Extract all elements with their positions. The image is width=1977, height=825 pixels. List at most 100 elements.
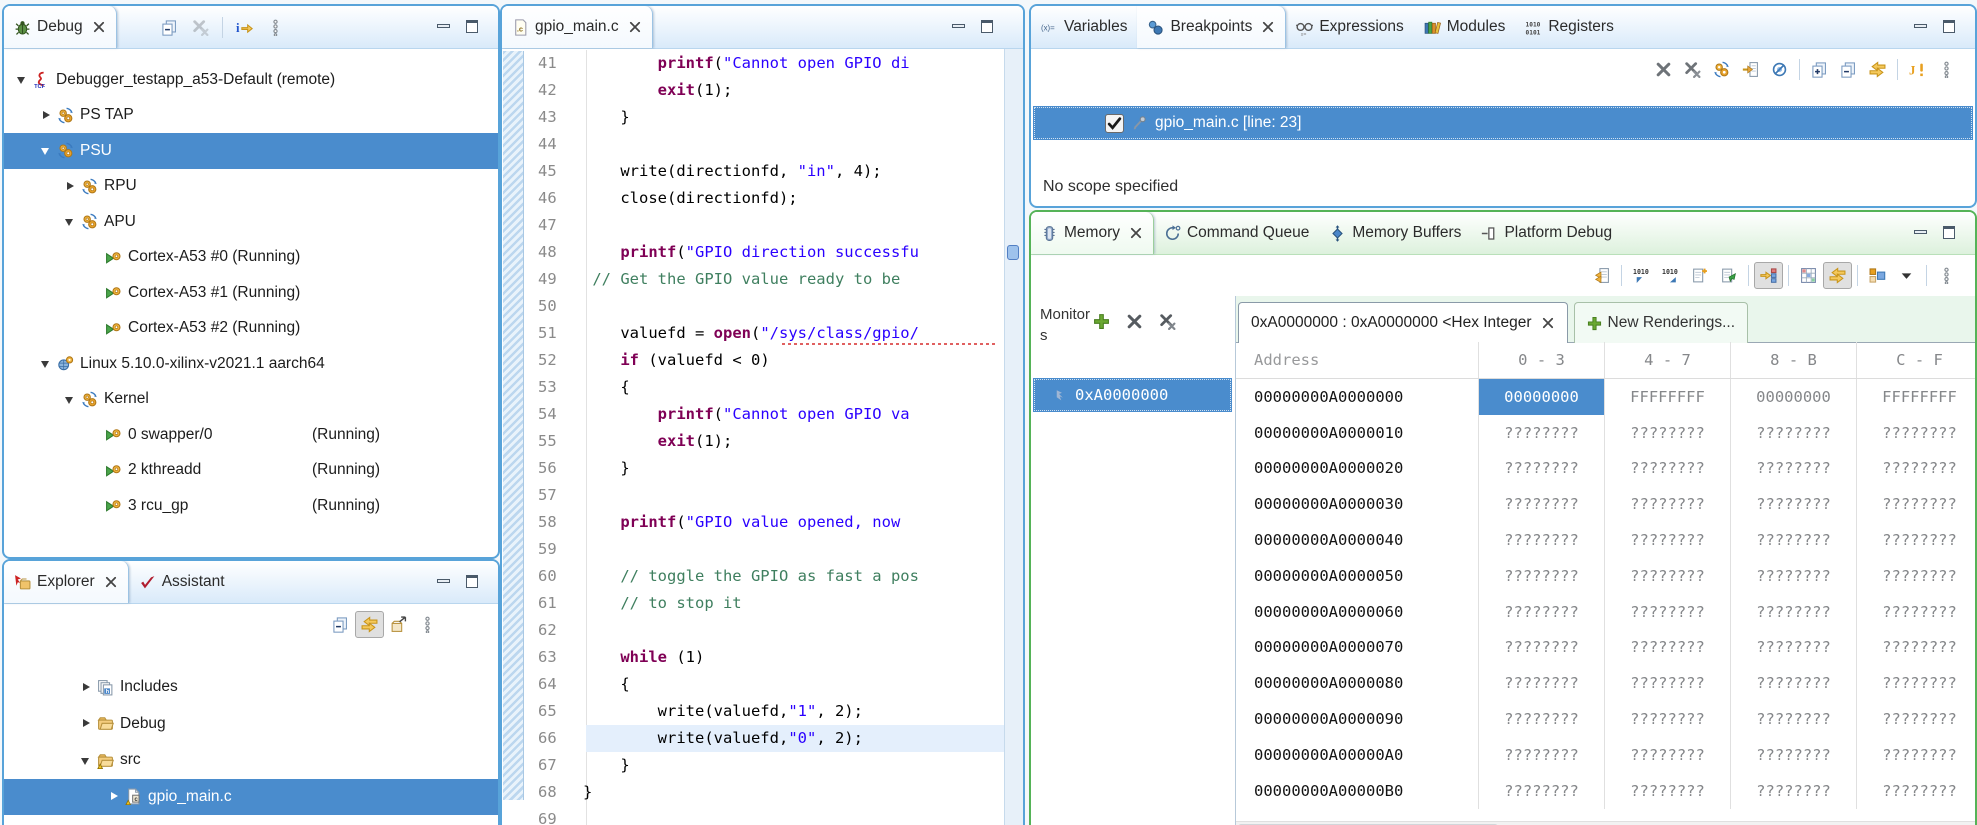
code-line[interactable]: 41 printf("Cannot open GPIO di [524, 50, 1004, 77]
memory-cell[interactable]: ???????? [1731, 450, 1857, 487]
memory-cell[interactable]: ???????? [1857, 451, 1975, 487]
link-with-editor-button[interactable] [355, 610, 384, 638]
view-menu-button[interactable] [1932, 56, 1961, 83]
collapse-all-button[interactable] [155, 14, 184, 41]
chevron-collapsed-icon[interactable] [108, 790, 121, 803]
memory-row[interactable]: 00000000A0000020????????????????????????… [1236, 450, 1975, 487]
tab-modules[interactable]: Modules [1414, 6, 1516, 48]
memory-row[interactable]: 00000000A00000A0????????????????????????… [1236, 736, 1975, 773]
maximize-icon[interactable] [1940, 225, 1959, 241]
layout-split-button[interactable] [1863, 262, 1892, 289]
memory-cell[interactable]: ???????? [1479, 665, 1605, 702]
memory-row[interactable]: 00000000A0000010????????????????????????… [1236, 414, 1975, 451]
memory-cell[interactable]: ???????? [1731, 736, 1857, 773]
memory-cell[interactable]: ???????? [1479, 629, 1605, 666]
memory-cell[interactable]: ???????? [1857, 701, 1975, 737]
tab-breakpoints[interactable]: Breakpoints [1137, 6, 1287, 48]
memory-row[interactable]: 00000000A0000070????????????????????????… [1236, 629, 1975, 666]
code-line[interactable]: 63 while (1) [524, 644, 1004, 671]
memory-cell[interactable]: ???????? [1857, 522, 1975, 558]
tree-item-readme-txt[interactable]: README.txt [4, 815, 498, 825]
memory-cell[interactable]: ???????? [1605, 665, 1731, 702]
memory-cell[interactable]: ???????? [1479, 557, 1605, 594]
close-icon[interactable] [104, 575, 118, 589]
chevron-collapsed-icon[interactable] [80, 717, 93, 730]
memory-cell[interactable]: ???????? [1731, 629, 1857, 666]
memory-cell[interactable]: ???????? [1605, 736, 1731, 773]
memory-cell[interactable]: ???????? [1857, 773, 1975, 809]
memory-cell[interactable]: ???????? [1605, 450, 1731, 487]
remove-all-button[interactable] [186, 14, 215, 41]
close-icon[interactable] [92, 20, 106, 34]
maximize-icon[interactable] [463, 574, 482, 590]
tab-memory[interactable]: Memory [1031, 212, 1154, 254]
tab-platform-debug[interactable]: Platform Debug [1471, 212, 1622, 254]
memory-row[interactable]: 00000000A0000090????????????????????????… [1236, 701, 1975, 737]
tab-expressions[interactable]: x= Expressions [1286, 6, 1413, 48]
tab-gpio-main-c[interactable]: .c gpio_main.c [502, 6, 653, 48]
tab-memory-buffers[interactable]: Memory Buffers [1319, 212, 1471, 254]
code-line[interactable]: 65 write(valuefd,"1", 2); [524, 698, 1004, 725]
tree-item-src[interactable]: src [4, 742, 498, 779]
memory-cell[interactable]: ???????? [1731, 414, 1857, 451]
new-memory-view-button[interactable] [1685, 262, 1714, 289]
column-header-0-3[interactable]: 0 - 3 [1479, 342, 1605, 378]
tab-command-queue[interactable]: Command Queue [1154, 212, 1319, 254]
memory-cell[interactable]: ???????? [1479, 522, 1605, 558]
memory-cell[interactable]: 00000000 [1479, 379, 1605, 415]
minimize-icon[interactable] [434, 19, 453, 35]
breakpoint-entry[interactable]: gpio_main.c [line: 23] [1033, 106, 1973, 140]
table-rendering-button[interactable] [1794, 262, 1823, 289]
memory-cell[interactable]: ???????? [1731, 593, 1857, 630]
focus-on-active-task-button[interactable] [384, 611, 413, 638]
memory-cell[interactable]: ???????? [1857, 486, 1975, 522]
tree-item-ps-tap[interactable]: PS TAP [4, 98, 498, 134]
code-line[interactable]: 64 { [524, 671, 1004, 698]
go-to-file-button[interactable] [1736, 56, 1765, 83]
reset-gears-button[interactable] [1707, 56, 1736, 83]
code-line[interactable]: 45 write(directionfd, "in", 4); [524, 158, 1004, 185]
minimize-icon[interactable] [1911, 19, 1930, 35]
column-header-4-7[interactable]: 4 - 7 [1605, 342, 1731, 378]
code-line[interactable]: 48 printf("GPIO direction successfu [524, 239, 1004, 266]
tree-item-cortex-a53-1-running-[interactable]: Cortex-A53 #1 (Running) [4, 275, 498, 311]
code-line[interactable]: 66 write(valuefd,"0", 2); [524, 725, 1004, 752]
memory-cell[interactable]: FFFFFFFF [1857, 379, 1975, 415]
memory-cell[interactable]: ???????? [1857, 737, 1975, 773]
memory-cell[interactable]: ???????? [1857, 665, 1975, 701]
code-line[interactable]: 56 } [524, 455, 1004, 482]
view-menu-button[interactable] [413, 611, 442, 638]
tab-explorer[interactable]: Explorer [4, 561, 129, 603]
tree-item-2-kthreadd[interactable]: 2 kthreadd (Running) [4, 453, 498, 489]
memory-row[interactable]: 00000000A0000000 00000000 FFFFFFFF 00000000… [1236, 379, 1975, 415]
memory-cell[interactable]: FFFFFFFF [1605, 379, 1731, 415]
code-area[interactable]: 41 printf("Cannot open GPIO di 42 exit(1)… [524, 50, 1004, 825]
tree-item-includes[interactable]: h Includes [4, 669, 498, 706]
memory-cell[interactable]: ???????? [1479, 736, 1605, 773]
add-monitor-button[interactable] [1087, 308, 1116, 335]
memory-cell[interactable]: ???????? [1605, 414, 1731, 451]
memory-cell[interactable]: ???????? [1605, 701, 1731, 737]
chevron-expanded-icon[interactable] [80, 754, 93, 767]
maximize-icon[interactable] [1940, 19, 1959, 35]
dropdown-arrow-button[interactable] [1892, 262, 1921, 289]
close-icon[interactable] [1541, 316, 1555, 330]
tree-item-0-swapper-0[interactable]: 0 swapper/0 (Running) [4, 417, 498, 453]
tab-debug[interactable]: Debug [4, 6, 117, 48]
overview-marker[interactable] [1007, 245, 1019, 260]
code-line[interactable]: 42 exit(1); [524, 77, 1004, 104]
memory-row[interactable]: 00000000A0000050????????????????????????… [1236, 557, 1975, 594]
remove-all-monitors-button[interactable] [1153, 308, 1182, 335]
minimize-icon[interactable] [1911, 225, 1930, 241]
memory-cell[interactable]: 00000000 [1731, 379, 1857, 415]
memory-cell[interactable]: ???????? [1479, 486, 1605, 523]
endianness-be-button[interactable]: 1010 [1656, 262, 1685, 289]
tree-item-kernel[interactable]: Kernel [4, 382, 498, 418]
skip-all-breakpoints-button[interactable] [1765, 56, 1794, 83]
minimize-icon[interactable] [434, 574, 453, 590]
tab-variables[interactable]: (x)= Variables [1031, 6, 1137, 48]
code-line[interactable]: 50 [524, 293, 1004, 320]
tab-registers[interactable]: 1010 0101 Registers [1515, 6, 1623, 48]
memory-cell[interactable]: ???????? [1731, 486, 1857, 523]
memory-cell[interactable]: ???????? [1479, 593, 1605, 630]
